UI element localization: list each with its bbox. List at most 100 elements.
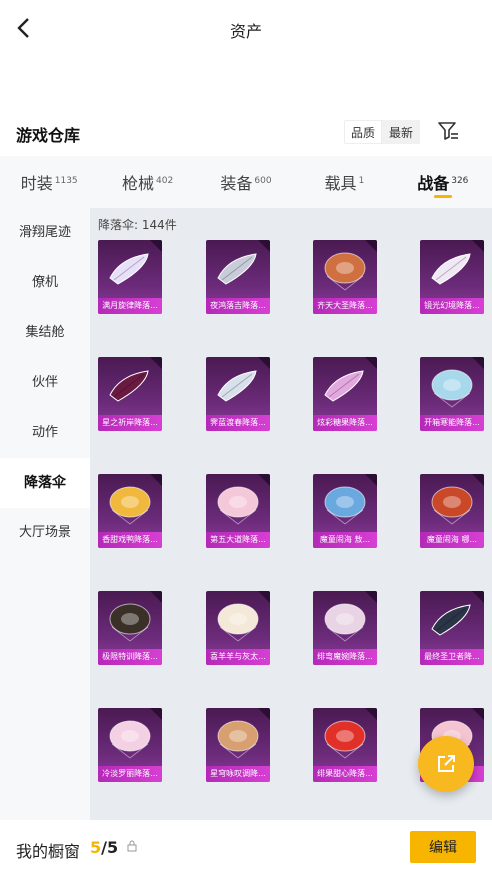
item-name: 星穹咏叹调降... — [206, 766, 270, 782]
tab-count: 600 — [254, 175, 272, 186]
dark-wing-glider-icon — [109, 370, 149, 402]
dark-wing-glider-icon — [431, 604, 471, 636]
white-wing-glider-icon — [431, 253, 471, 285]
item-name: 香甜戏鸭降落... — [98, 532, 162, 548]
category-count: 降落伞: 144件 — [98, 218, 177, 232]
white-wing-glider-icon — [109, 253, 149, 285]
item-name: 开箱寒能降落... — [420, 415, 484, 431]
item-name: 满月旋律降落... — [98, 298, 162, 314]
sidebar-item-assembly-pod[interactable]: 集结舱 — [0, 308, 90, 358]
tab-count: 1135 — [54, 175, 78, 186]
tab-label: 装备 — [220, 174, 253, 193]
apple-parachute-icon — [324, 720, 366, 759]
bottom-bar: 我的橱窗 5/5 编辑 — [0, 820, 492, 876]
sidebar-item-wingman[interactable]: 僚机 — [0, 258, 90, 308]
item-card[interactable]: 香甜戏鸭降落... — [98, 474, 162, 548]
item-name: 霁蓝渡春降落... — [206, 415, 270, 431]
round-parachute-icon — [324, 486, 366, 525]
item-card[interactable]: 霁蓝渡春降落... — [206, 357, 270, 431]
round-parachute-icon — [109, 720, 151, 759]
item-name: 魔童闹海 哪... — [420, 532, 484, 548]
item-card[interactable]: 喜羊羊与灰太... — [206, 591, 270, 665]
item-grid-panel: 降落伞: 144件 满月旋律降落... 夜鸿落吉降落... 齐天大圣降落... 镜光幻… — [90, 208, 492, 820]
showcase-total: /5 — [101, 838, 119, 857]
item-card[interactable]: 魔童闹海 敖... — [313, 474, 377, 548]
round-parachute-icon — [217, 486, 259, 525]
showcase-label: 我的橱窗 — [16, 842, 81, 861]
filter-button[interactable] — [436, 119, 460, 143]
item-name: 炫彩糖果降落... — [313, 415, 377, 431]
item-name: 绯果甜心降落... — [313, 766, 377, 782]
tab-count: 326 — [451, 175, 469, 186]
share-button[interactable] — [418, 736, 474, 792]
item-card[interactable]: 最终圣卫者降... — [420, 591, 484, 665]
sidebar-item-glide-trail[interactable]: 滑翔尾迹 — [0, 208, 90, 258]
showcase-count: 5/5 — [90, 838, 118, 857]
item-card[interactable]: 开箱寒能降落... — [420, 357, 484, 431]
section-title: 游戏仓库 — [16, 126, 81, 145]
item-name: 第五大道降落... — [206, 532, 270, 548]
item-name: 魔童闹海 敖... — [313, 532, 377, 548]
item-card[interactable]: 齐天大圣降落... — [313, 240, 377, 314]
tab-label: 载具 — [324, 174, 357, 193]
item-card[interactable]: 星穹咏叹调降... — [206, 708, 270, 782]
item-card[interactable]: 绯弯魔婉降落... — [313, 591, 377, 665]
filter-icon — [438, 122, 458, 140]
sort-quality-option[interactable]: 品质 — [344, 120, 383, 144]
edit-button[interactable]: 编辑 — [410, 831, 476, 863]
round-parachute-icon — [431, 486, 473, 525]
tab-battle-gear[interactable]: 战备 326 — [394, 156, 492, 208]
pink-wing-glider-icon — [324, 370, 364, 402]
item-card[interactable]: 夜鸿落吉降落... — [206, 240, 270, 314]
item-name: 夜鸿落吉降落... — [206, 298, 270, 314]
silver-wing-glider-icon — [217, 253, 257, 285]
sidebar-item-lobby-scene[interactable]: 大厅场景 — [0, 508, 90, 558]
sidebar-item-emote[interactable]: 动作 — [0, 408, 90, 458]
page-title: 资产 — [229, 22, 262, 41]
round-parachute-icon — [109, 486, 151, 525]
round-parachute-icon — [431, 369, 473, 408]
tab-fashion[interactable]: 时装 1135 — [0, 156, 98, 208]
category-tabs: 时装 1135 枪械 402 装备 600 载具 1 战备 326 — [0, 156, 492, 208]
lock-icon — [127, 840, 137, 852]
item-name: 喜羊羊与灰太... — [206, 649, 270, 665]
tab-label: 枪械 — [122, 174, 155, 193]
tab-label: 战备 — [417, 174, 450, 193]
item-name: 极限特训降落... — [98, 649, 162, 665]
tab-label: 时装 — [20, 174, 53, 193]
round-parachute-icon — [324, 603, 366, 642]
item-name: 最终圣卫者降... — [420, 649, 484, 665]
tab-equipment[interactable]: 装备 600 — [197, 156, 295, 208]
item-card[interactable]: 星之祈岸降落... — [98, 357, 162, 431]
round-parachute-icon — [109, 603, 151, 642]
tab-vehicles[interactable]: 载具 1 — [295, 156, 393, 208]
active-tab-indicator — [433, 195, 452, 198]
round-parachute-icon — [217, 720, 259, 759]
subcategory-sidebar: 滑翔尾迹 僚机 集结舱 伙伴 动作 降落伞 大厅场景 — [0, 208, 90, 820]
sidebar-item-parachute[interactable]: 降落伞 — [0, 458, 90, 508]
character-parachute-icon — [217, 603, 259, 642]
item-card[interactable]: 满月旋律降落... — [98, 240, 162, 314]
item-card[interactable]: 炫彩糖果降落... — [313, 357, 377, 431]
sort-newest-option[interactable]: 最新 — [382, 120, 421, 144]
showcase-current: 5 — [90, 838, 102, 857]
tab-count: 402 — [156, 175, 174, 186]
item-name: 星之祈岸降落... — [98, 415, 162, 431]
item-card[interactable]: 魔童闹海 哪... — [420, 474, 484, 548]
item-card[interactable]: 极限特训降落... — [98, 591, 162, 665]
item-name: 镜光幻境降落... — [420, 298, 484, 314]
tab-weapons[interactable]: 枪械 402 — [98, 156, 196, 208]
item-card[interactable]: 镜光幻境降落... — [420, 240, 484, 314]
item-card[interactable]: 绯果甜心降落... — [313, 708, 377, 782]
item-card[interactable]: 第五大道降落... — [206, 474, 270, 548]
item-card[interactable]: 冷淡罗丽降落... — [98, 708, 162, 782]
tab-count: 1 — [358, 175, 365, 186]
item-name: 绯弯魔婉降落... — [313, 649, 377, 665]
item-name: 齐天大圣降落... — [313, 298, 377, 314]
round-parachute-icon — [324, 252, 366, 291]
sidebar-item-companion[interactable]: 伙伴 — [0, 358, 90, 408]
sort-toggle: 品质 最新 — [344, 120, 421, 144]
wing-glider-icon — [217, 370, 257, 402]
share-icon — [438, 755, 455, 772]
top-bar: 资产 — [0, 0, 492, 56]
